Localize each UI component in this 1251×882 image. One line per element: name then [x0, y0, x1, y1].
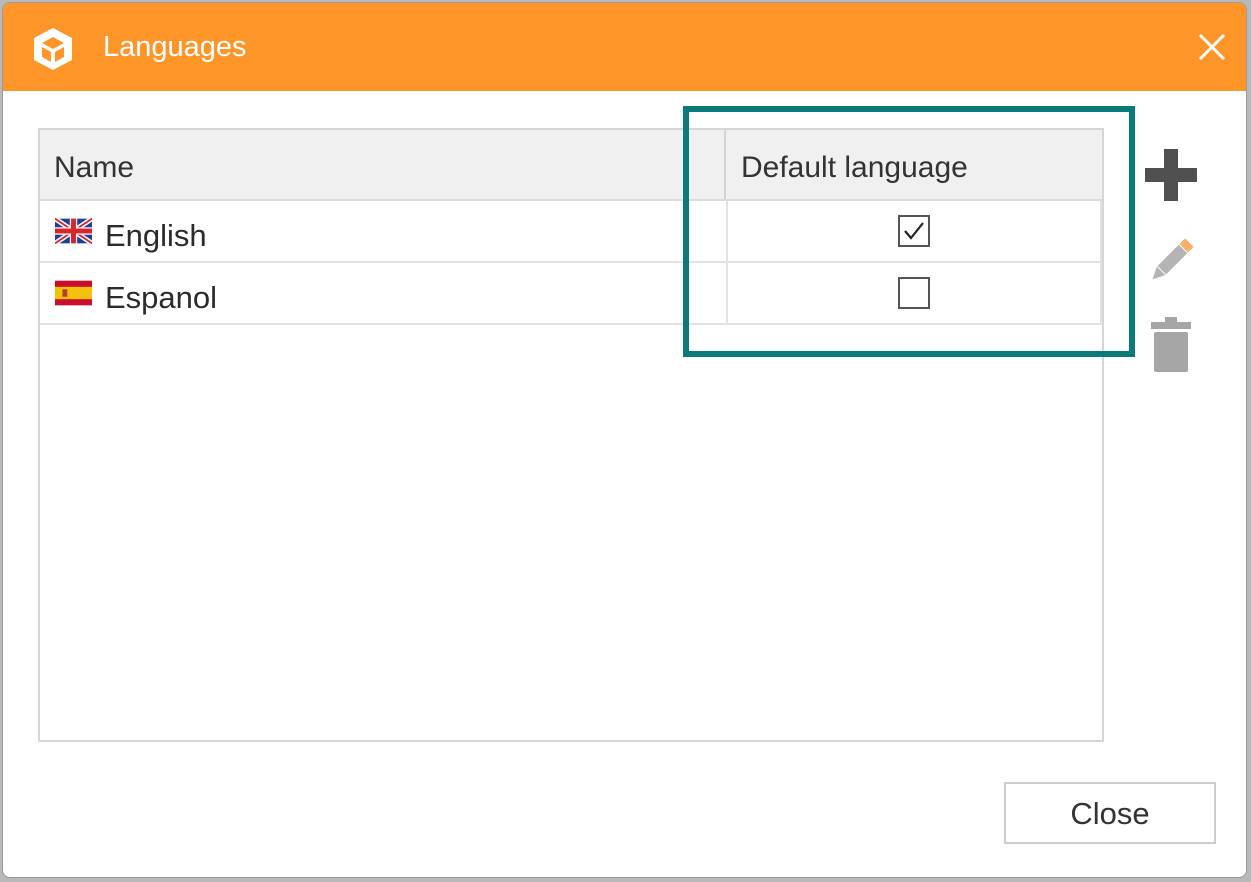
default-language-checkbox-english[interactable]	[898, 215, 930, 247]
cell-divider	[726, 201, 728, 261]
cube-logo-icon	[34, 28, 72, 70]
checkmark-icon	[904, 222, 924, 240]
table-header: Name Default language	[40, 130, 1102, 201]
table-row-espanol[interactable]: Espanol	[40, 263, 1102, 325]
column-header-default-language[interactable]: Default language	[741, 130, 968, 199]
uk-flag-icon	[55, 217, 92, 245]
languages-dialog: Languages Name Default language English …	[2, 2, 1247, 878]
spain-flag-icon	[55, 280, 92, 306]
column-header-name[interactable]: Name	[54, 130, 134, 199]
language-name: Espanol	[105, 280, 218, 315]
close-button[interactable]: Close	[1004, 782, 1216, 844]
language-name: English	[105, 218, 207, 253]
default-language-checkbox-espanol[interactable]	[898, 277, 930, 309]
close-icon[interactable]	[1192, 27, 1232, 67]
column-divider	[724, 130, 726, 199]
languages-table: Name Default language English Espanol	[38, 128, 1104, 742]
trash-icon[interactable]	[1141, 315, 1201, 375]
cell-border	[1100, 201, 1102, 261]
dialog-title: Languages	[103, 31, 247, 63]
pencil-icon[interactable]	[1141, 231, 1201, 291]
table-row-english[interactable]: English	[40, 201, 1102, 263]
cell-border	[1100, 263, 1102, 323]
cell-divider	[726, 263, 728, 323]
title-bar: Languages	[3, 3, 1246, 91]
plus-icon[interactable]	[1141, 145, 1201, 205]
